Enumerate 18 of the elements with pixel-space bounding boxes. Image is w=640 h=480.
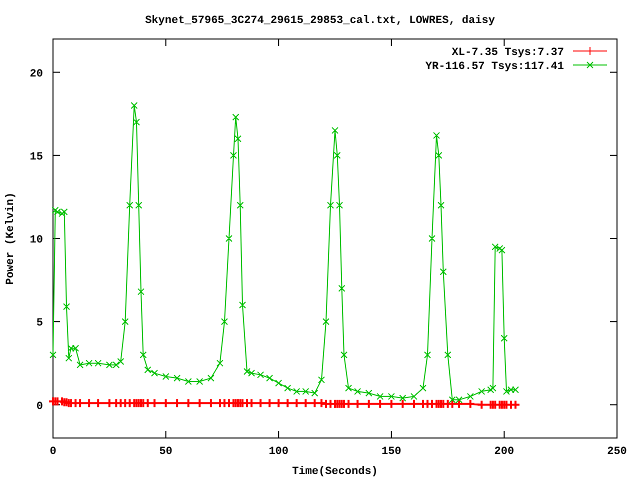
legend-line-icon [572, 62, 608, 68]
x-tick-label: 150 [382, 446, 402, 458]
x-tick-label: 250 [607, 446, 627, 458]
chart-title: Skynet_57965_3C274_29615_29853_cal.txt, LOWRES, daisy [145, 15, 495, 27]
y-tick-label: 0 [36, 400, 43, 413]
y-axis-label: Power (Kelvin) [5, 192, 17, 285]
y-tick-label: 5 [36, 318, 43, 330]
x-tick-label: 50 [159, 446, 172, 458]
y-tick-label: 10 [30, 234, 43, 246]
x-tick-label: 200 [494, 446, 514, 458]
x-axis-label: Time(Seconds) [292, 466, 378, 478]
x-tick-label: 100 [268, 446, 288, 458]
x-tick-label: 0 [50, 446, 56, 458]
y-tick-label: 20 [30, 68, 43, 80]
legend-label: XL-7.35 Tsys:7.37 [452, 47, 564, 59]
y-tick-label: 15 [30, 151, 43, 164]
legend-label: YR-116.57 Tsys:117.41 [425, 61, 564, 73]
legend-line-icon [572, 46, 608, 56]
